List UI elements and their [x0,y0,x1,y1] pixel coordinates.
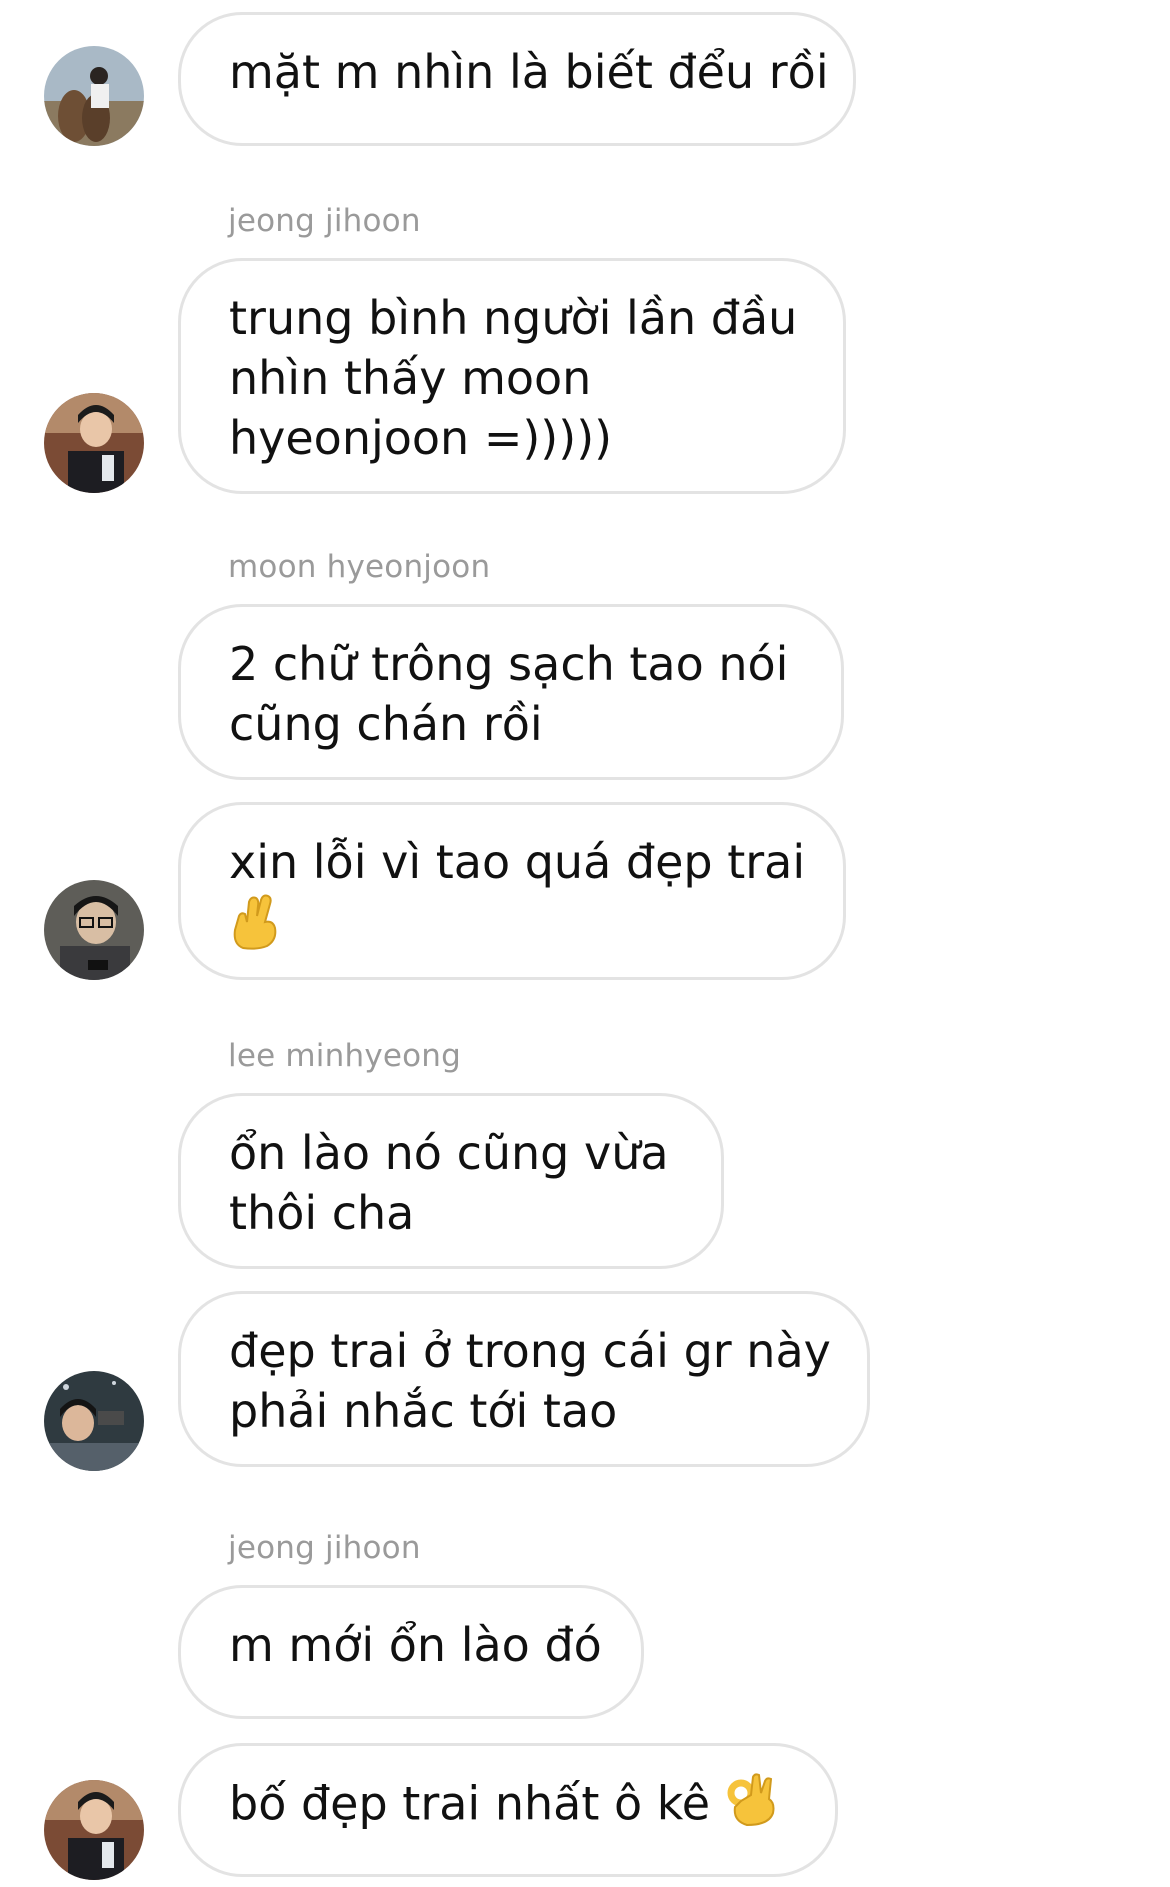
message-bubble[interactable]: ổn lào nó cũng vừa thôi cha [178,1093,724,1269]
message-text-line: bố đẹp trai nhất ô kê [229,1773,787,1841]
message-text: phải nhắc tới tao [229,1384,618,1438]
message-bubble[interactable]: xin lỗi vì tao quá đẹp trai [178,802,846,980]
message-text: đẹp trai ở trong cái gr này [229,1324,831,1378]
message-text: thôi cha [229,1186,415,1240]
sender-name: jeong jihoon [228,203,421,239]
avatar[interactable] [44,1780,144,1880]
message-text: 2 chữ trông sạch tao nói [229,637,789,691]
message-bubble[interactable]: trung bình người lần đầu nhìn thấy moon … [178,258,846,494]
message-text: nhìn thấy moon [229,351,592,405]
message-text: bố đẹp trai nhất ô kê [229,1776,725,1831]
message-text: xin lỗi vì tao quá đẹp trai [229,835,806,889]
message-text: trung bình người lần đầu [229,291,798,345]
ok-hand-emoji [725,1773,777,1841]
message-bubble[interactable]: 2 chữ trông sạch tao nói cũng chán rồi [178,604,844,780]
sender-name: moon hyeonjoon [228,549,491,585]
crossed-fingers-emoji [229,892,283,964]
message-bubble[interactable]: bố đẹp trai nhất ô kê [178,1743,838,1877]
message-text: mặt m nhìn là biết đểu rồi [229,45,829,99]
message-bubble[interactable]: đẹp trai ở trong cái gr này phải nhắc tớ… [178,1291,870,1467]
message-text: cũng chán rồi [229,697,543,751]
message-bubble[interactable]: m mới ổn lào đó [178,1585,644,1719]
avatar[interactable] [44,393,144,493]
avatar[interactable] [44,1371,144,1471]
sender-name: lee minhyeong [228,1038,462,1074]
sender-name: jeong jihoon [228,1530,421,1566]
emoji-line [229,892,795,964]
chat-thread[interactable]: mặt m nhìn là biết đểu rồi jeong jihoon … [0,0,1170,1887]
message-bubble[interactable]: mặt m nhìn là biết đểu rồi [178,12,856,146]
avatar[interactable] [44,880,144,980]
message-text: ổn lào nó cũng vừa [229,1126,669,1180]
message-text: hyeonjoon =))))) [229,411,613,465]
avatar[interactable] [44,46,144,146]
message-text: m mới ổn lào đó [229,1618,602,1672]
